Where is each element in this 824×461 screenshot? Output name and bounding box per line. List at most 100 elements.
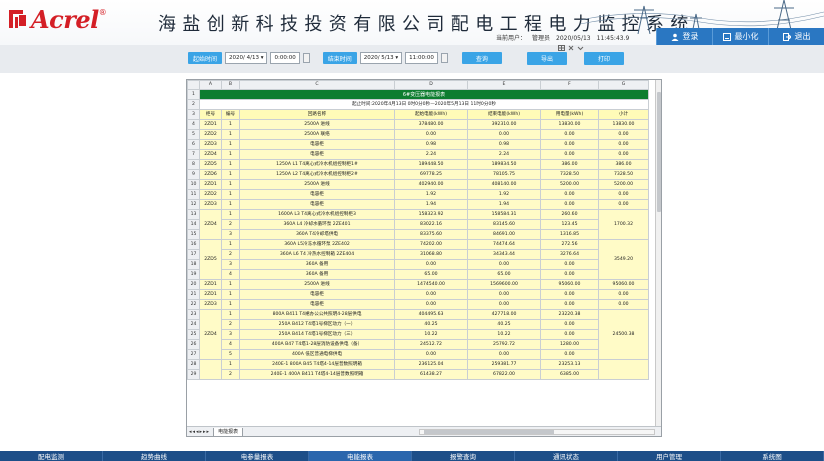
- circuit-index: 4: [221, 339, 240, 350]
- circuit-name: 2500A 进线: [239, 119, 395, 130]
- grid-icon[interactable]: [558, 45, 565, 51]
- table-row: 20 2ZD1 1 2500A 进线 1474540.00 1569600.00 95060…: [187, 279, 649, 290]
- start-energy: 83022.16: [394, 219, 468, 230]
- start-energy: 404495.63: [394, 309, 468, 320]
- subtotal: 0.00: [598, 129, 649, 140]
- start-energy: 0.00: [394, 129, 468, 140]
- table-header: 回路名称: [239, 109, 395, 120]
- nav-item-2[interactable]: 电参量报表: [206, 451, 309, 461]
- end-date-field[interactable]: 2020/ 5/13 ▾: [359, 52, 403, 64]
- row-number: 24: [187, 319, 200, 330]
- horizontal-scrollbar[interactable]: [419, 429, 655, 435]
- end-time-field[interactable]: 11:00:00: [405, 52, 438, 64]
- start-time-spinner[interactable]: [302, 53, 310, 63]
- subtotal: 5200.00: [598, 179, 649, 190]
- nav-item-4[interactable]: 报警查询: [412, 451, 515, 461]
- start-date-field[interactable]: 2020/ 4/13 ▾: [225, 52, 268, 64]
- nav-item-7[interactable]: 系统图: [721, 451, 824, 461]
- start-energy: 236125.04: [394, 359, 468, 370]
- nav-item-6[interactable]: 用户管理: [618, 451, 721, 461]
- column-header-g: G: [598, 80, 649, 90]
- row-number: 13: [187, 209, 200, 220]
- circuit-name: 2500A 进线: [239, 179, 395, 190]
- start-energy: 158323.92: [394, 209, 468, 220]
- subtotal: 1700.32: [598, 209, 649, 240]
- exit-button[interactable]: 退出: [768, 28, 824, 45]
- table-row: 5 2ZD2 1 2500A 联络 0.00 0.00 0.00 0.00: [187, 129, 649, 140]
- login-button[interactable]: 登录: [656, 28, 712, 45]
- start-energy: 0.98: [394, 139, 468, 150]
- end-energy: 34343.44: [467, 249, 541, 260]
- subtotal: 7328.50: [598, 169, 649, 180]
- table-row: 12 2ZD3 1 电容柜 1.94 1.94 0.00 0.00: [187, 199, 649, 210]
- end-energy: 0.00: [467, 289, 541, 300]
- subtotal: 0.00: [598, 289, 649, 300]
- row-number: 3: [187, 109, 200, 120]
- vertical-scroll-thumb[interactable]: [657, 92, 661, 212]
- circuit-index: 2: [221, 249, 240, 260]
- circuit-name: 240E-1 800A B45 T4塔4-14层普数照明箱: [239, 359, 395, 370]
- nav-item-1[interactable]: 趋势曲线: [103, 451, 206, 461]
- row-number: 5: [187, 129, 200, 140]
- start-energy: 0.00: [394, 299, 468, 310]
- row-number: 10: [187, 179, 200, 190]
- cabinet-number: 2ZD1: [199, 179, 222, 190]
- energy-used: 0.00: [540, 329, 599, 340]
- start-energy: 10.22: [394, 329, 468, 340]
- row-number: 29: [187, 369, 200, 380]
- export-button[interactable]: 导出: [527, 52, 567, 65]
- subtotal: 0.00: [598, 199, 649, 210]
- circuit-name: 2500A 联络: [239, 129, 395, 140]
- circuit-name: 360A L6 T4 冷热水控制箱 2ZE404: [239, 249, 395, 260]
- energy-used: 0.00: [540, 349, 599, 360]
- nav-item-5[interactable]: 通讯状态: [515, 451, 618, 461]
- start-energy: 61438.27: [394, 369, 468, 380]
- close-icon[interactable]: [568, 45, 574, 51]
- cabinet-number: 2ZD5: [199, 239, 222, 280]
- start-energy: 69778.25: [394, 169, 468, 180]
- end-time-spinner[interactable]: [440, 53, 448, 63]
- subtotal: 0.00: [598, 299, 649, 310]
- circuit-index: 1: [221, 169, 240, 180]
- query-button[interactable]: 查询: [461, 52, 502, 64]
- row-number: 7: [187, 149, 200, 160]
- corner-cell: [187, 80, 200, 90]
- cabinet-number: 2ZD1: [199, 279, 222, 290]
- row-number: 20: [187, 279, 200, 290]
- cabinet-number: 2ZD3: [199, 139, 222, 150]
- start-energy: 1.94: [394, 199, 468, 210]
- start-time-field[interactable]: 0:00:00: [270, 52, 300, 64]
- horizontal-scroll-thumb[interactable]: [424, 430, 554, 434]
- cabinet-number: 2ZD5: [199, 159, 222, 170]
- table-row: 4 2ZD1 1 2500A 进线 378480.00 392310.00 13830.00…: [187, 119, 649, 130]
- end-energy: 158584.31: [467, 209, 541, 220]
- end-energy: 10.22: [467, 329, 541, 340]
- start-energy: 65.00: [394, 269, 468, 280]
- nav-item-3[interactable]: 电能报表: [309, 451, 412, 461]
- row-number: 25: [187, 329, 200, 340]
- chevron-down-icon[interactable]: [577, 45, 584, 51]
- table-row: 13 2ZD4 1 1600A L3 T4离心式冷水机组控制柜3 158323.92 15…: [187, 209, 649, 240]
- nav-item-0[interactable]: 配电监测: [0, 451, 103, 461]
- minimize-button[interactable]: 最小化: [712, 28, 768, 45]
- circuit-index: 1: [221, 139, 240, 150]
- table-row: 26 4 400A B47 T4塔1-28层消防设备供电（备） 24512.72 257…: [187, 339, 649, 350]
- end-energy: 189834.50: [467, 159, 541, 170]
- column-header-row: ABCDEFG: [187, 80, 649, 90]
- acrel-logo-icon: [8, 8, 28, 30]
- circuit-index: 1: [221, 149, 240, 160]
- circuit-index: 1: [221, 279, 240, 290]
- print-button[interactable]: 打印: [584, 52, 624, 65]
- start-energy: 83375.60: [394, 229, 468, 240]
- sheet-nav-arrows[interactable]: ◂◂◂▸▸▸: [189, 429, 210, 435]
- report-title: 6#变压器电能报表: [199, 89, 649, 100]
- row-number: 22: [187, 299, 200, 310]
- circuit-name: 240E-1 400A B411 T4塔4-14层普数照明箱: [239, 369, 395, 380]
- row-number: 18: [187, 259, 200, 270]
- vertical-scrollbar[interactable]: [655, 80, 661, 426]
- circuit-index: 1: [221, 199, 240, 210]
- minimize-label: 最小化: [734, 32, 759, 41]
- energy-used: 6385.00: [540, 369, 599, 380]
- window-buttons: 登录 最小化 退出: [656, 28, 824, 45]
- sheet-tab[interactable]: 电能报表: [213, 427, 244, 436]
